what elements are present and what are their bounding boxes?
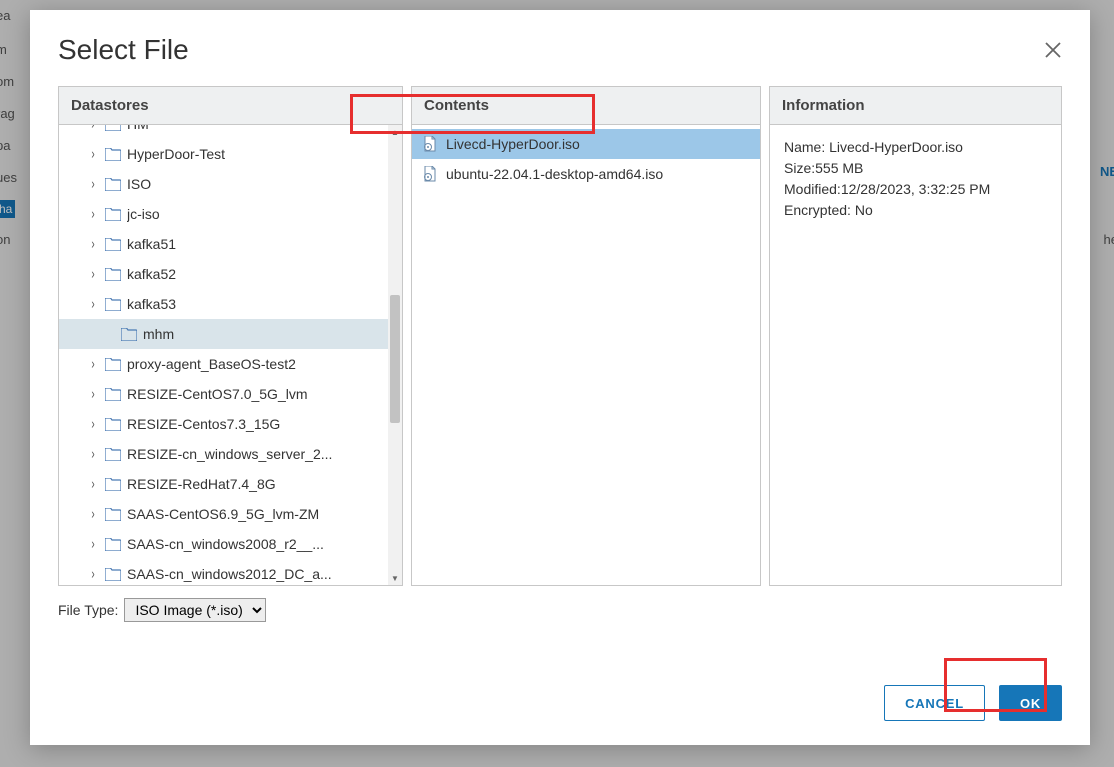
- tree-item-label: proxy-agent_BaseOS-test2: [127, 356, 296, 372]
- folder-icon: [105, 238, 121, 251]
- file-type-label: File Type:: [58, 602, 118, 618]
- tree-item[interactable]: › SAAS-CentOS6.9_5G_lvm-ZM: [59, 499, 388, 529]
- tree-item-label: HM: [127, 125, 149, 132]
- information-body: Name: Livecd-HyperDoor.iso Size:555 MB M…: [770, 125, 1061, 585]
- folder-icon: [105, 358, 121, 371]
- folder-icon: [105, 388, 121, 401]
- folder-icon: [105, 208, 121, 221]
- tree-item-label: RESIZE-cn_windows_server_2...: [127, 446, 332, 462]
- iso-file-icon: [422, 136, 438, 152]
- tree-item-label: jc-iso: [127, 206, 160, 222]
- folder-icon: [105, 268, 121, 281]
- information-header: Information: [770, 87, 1061, 125]
- chevron-right-icon[interactable]: ›: [87, 205, 99, 223]
- file-item-label: Livecd-HyperDoor.iso: [446, 136, 580, 152]
- tree-item[interactable]: › RESIZE-CentOS7.0_5G_lvm: [59, 379, 388, 409]
- scroll-down-icon[interactable]: ▼: [388, 571, 402, 585]
- folder-icon: [105, 125, 121, 131]
- info-name: Name: Livecd-HyperDoor.iso: [784, 137, 1047, 158]
- file-type-select[interactable]: ISO Image (*.iso): [124, 598, 266, 622]
- tree-item[interactable]: › SAAS-cn_windows2008_r2__...: [59, 529, 388, 559]
- modal-title: Select File: [58, 34, 189, 66]
- chevron-right-icon[interactable]: ›: [87, 125, 99, 133]
- cancel-button[interactable]: CANCEL: [884, 685, 985, 721]
- tree-item-label: kafka53: [127, 296, 176, 312]
- file-type-row: File Type: ISO Image (*.iso): [58, 598, 1062, 622]
- folder-icon: [105, 148, 121, 161]
- folder-icon: [121, 328, 137, 341]
- chevron-right-icon[interactable]: ›: [87, 235, 99, 253]
- chevron-right-icon[interactable]: ›: [87, 445, 99, 463]
- folder-icon: [105, 448, 121, 461]
- datastores-panel: Datastores › HM › HyperDoor-Test › ISO › jc-iso…: [58, 86, 403, 586]
- chevron-right-icon[interactable]: ›: [87, 415, 99, 433]
- tree-item[interactable]: › HM: [59, 125, 388, 139]
- folder-icon: [105, 298, 121, 311]
- iso-file-icon: [422, 166, 438, 182]
- folder-icon: [105, 568, 121, 581]
- datastores-body: › HM › HyperDoor-Test › ISO › jc-iso › kafka51 › ka…: [59, 125, 402, 585]
- tree-item-label: SAAS-CentOS6.9_5G_lvm-ZM: [127, 506, 319, 522]
- ok-button[interactable]: OK: [999, 685, 1062, 721]
- folder-icon: [105, 178, 121, 191]
- tree-item[interactable]: › SAAS-cn_windows2012_DC_a...: [59, 559, 388, 585]
- tree-item[interactable]: › kafka51: [59, 229, 388, 259]
- tree-item[interactable]: ›mhm: [59, 319, 388, 349]
- folder-icon: [105, 478, 121, 491]
- panels-row: Datastores › HM › HyperDoor-Test › ISO › jc-iso…: [58, 86, 1062, 586]
- datastore-tree: › HM › HyperDoor-Test › ISO › jc-iso › kafka51 › ka…: [59, 125, 388, 585]
- folder-icon: [105, 418, 121, 431]
- info-size: Size:555 MB: [784, 158, 1047, 179]
- chevron-right-icon[interactable]: ›: [87, 355, 99, 373]
- file-item[interactable]: Livecd-HyperDoor.iso: [412, 129, 760, 159]
- contents-header: Contents: [412, 87, 760, 125]
- tree-item[interactable]: › kafka52: [59, 259, 388, 289]
- chevron-right-icon[interactable]: ›: [87, 295, 99, 313]
- tree-item[interactable]: › RESIZE-Centos7.3_15G: [59, 409, 388, 439]
- chevron-right-icon[interactable]: ›: [87, 505, 99, 523]
- info-modified: Modified:12/28/2023, 3:32:25 PM: [784, 179, 1047, 200]
- folder-icon: [105, 538, 121, 551]
- tree-item[interactable]: › kafka53: [59, 289, 388, 319]
- modal-footer: CANCEL OK: [58, 661, 1062, 721]
- close-icon[interactable]: [1044, 41, 1062, 59]
- tree-item[interactable]: › ISO: [59, 169, 388, 199]
- tree-item-label: mhm: [143, 326, 174, 342]
- folder-icon: [105, 508, 121, 521]
- tree-item-label: kafka52: [127, 266, 176, 282]
- tree-item[interactable]: › jc-iso: [59, 199, 388, 229]
- chevron-right-icon[interactable]: ›: [87, 145, 99, 163]
- tree-item[interactable]: › RESIZE-cn_windows_server_2...: [59, 439, 388, 469]
- tree-item-label: HyperDoor-Test: [127, 146, 225, 162]
- tree-item[interactable]: › proxy-agent_BaseOS-test2: [59, 349, 388, 379]
- chevron-right-icon[interactable]: ›: [87, 475, 99, 493]
- tree-item[interactable]: › HyperDoor-Test: [59, 139, 388, 169]
- contents-body: Livecd-HyperDoor.iso ubuntu-22.04.1-deskt…: [412, 125, 760, 585]
- datastores-header: Datastores: [59, 87, 402, 125]
- tree-item-label: SAAS-cn_windows2012_DC_a...: [127, 566, 332, 582]
- contents-panel: Contents Livecd-HyperDoor.iso ubuntu-22.0…: [411, 86, 761, 586]
- modal-header: Select File: [58, 34, 1062, 66]
- tree-item-label: ISO: [127, 176, 151, 192]
- chevron-right-icon[interactable]: ›: [87, 385, 99, 403]
- file-item-label: ubuntu-22.04.1-desktop-amd64.iso: [446, 166, 663, 182]
- info-encrypted: Encrypted: No: [784, 200, 1047, 221]
- chevron-right-icon[interactable]: ›: [87, 535, 99, 553]
- contents-list: Livecd-HyperDoor.iso ubuntu-22.04.1-deskt…: [412, 125, 760, 193]
- tree-item-label: RESIZE-RedHat7.4_8G: [127, 476, 276, 492]
- select-file-modal: Select File Datastores › HM › HyperDoor-Tes…: [30, 10, 1090, 745]
- tree-item-label: SAAS-cn_windows2008_r2__...: [127, 536, 324, 552]
- file-item[interactable]: ubuntu-22.04.1-desktop-amd64.iso: [412, 159, 760, 189]
- tree-item-label: kafka51: [127, 236, 176, 252]
- scroll-thumb[interactable]: [390, 295, 400, 423]
- chevron-right-icon[interactable]: ›: [87, 265, 99, 283]
- tree-item-label: RESIZE-Centos7.3_15G: [127, 416, 280, 432]
- chevron-right-icon[interactable]: ›: [87, 565, 99, 583]
- scrollbar: ▲ ▼: [388, 125, 402, 585]
- chevron-right-icon[interactable]: ›: [87, 175, 99, 193]
- scroll-up-icon[interactable]: ▲: [388, 125, 402, 139]
- tree-item[interactable]: › RESIZE-RedHat7.4_8G: [59, 469, 388, 499]
- information-panel: Information Name: Livecd-HyperDoor.iso S…: [769, 86, 1062, 586]
- tree-item-label: RESIZE-CentOS7.0_5G_lvm: [127, 386, 308, 402]
